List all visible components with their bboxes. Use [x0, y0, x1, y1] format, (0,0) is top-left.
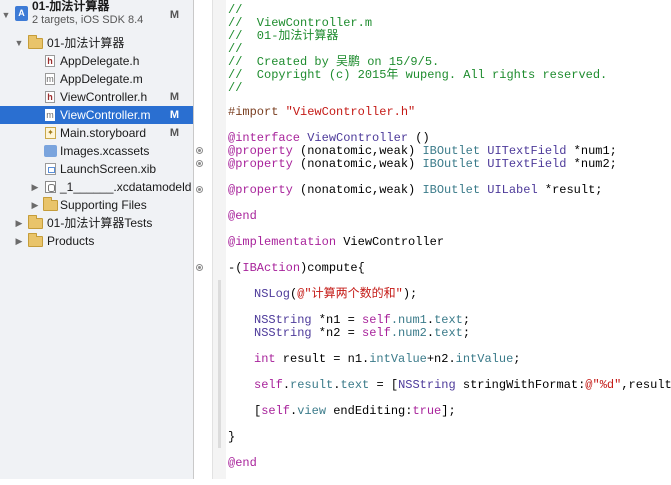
code-line-import: #import "ViewController.h": [228, 105, 416, 119]
file-label: LaunchScreen.xib: [60, 162, 157, 176]
file-row-appdelegate-h[interactable]: h AppDelegate.h: [0, 52, 193, 70]
code-line-property: @property (nonatomic,weak) IBOutlet UILa…: [228, 183, 603, 197]
outlet-connection-icon[interactable]: [196, 160, 203, 167]
disclosure-open-icon[interactable]: ▼: [14, 34, 24, 52]
group-row-main[interactable]: ▼ 01-加法计算器: [0, 34, 193, 52]
file-label: Main.storyboard: [60, 126, 147, 140]
code-line-n2: NSString *n2 = self.num2.text;: [254, 326, 471, 340]
file-row-images-xcassets[interactable]: Images.xcassets: [0, 142, 193, 160]
project-navigator: ▼ A 01-加法计算器 2 targets, iOS SDK 8.4 M ▼ …: [0, 0, 194, 479]
file-row-main-storyboard[interactable]: ✦ Main.storyboard M: [0, 124, 193, 142]
folder-icon: [43, 197, 58, 211]
code-line: // 01-加法计算器: [228, 29, 339, 43]
data-model-icon: [45, 181, 56, 193]
folder-icon: [28, 35, 43, 49]
code-line-implementation: @implementation ViewController: [228, 235, 445, 249]
code-line-end-editing: [self.view endEditing:true];: [254, 404, 456, 418]
xib-file-icon: [45, 163, 56, 175]
outlet-connection-icon[interactable]: [196, 186, 203, 193]
file-row-appdelegate-m[interactable]: m AppDelegate.m: [0, 70, 193, 88]
file-label: ViewController.h: [60, 90, 148, 104]
group-row-supporting-files[interactable]: ▶ Supporting Files: [0, 196, 193, 214]
file-row-viewcontroller-h[interactable]: h ViewController.h M: [0, 88, 193, 106]
file-label: Images.xcassets: [60, 144, 150, 158]
group-row-products[interactable]: ▶ Products: [0, 232, 193, 250]
project-subtitle: 2 targets, iOS SDK 8.4: [32, 14, 144, 26]
disclosure-closed-icon[interactable]: ▶: [30, 196, 40, 214]
outlet-connection-icon[interactable]: [196, 147, 203, 154]
header-file-icon: h: [45, 91, 55, 103]
status-badge: M: [169, 109, 179, 121]
file-label: _1______.xcdatamodeld: [60, 180, 192, 194]
source-editor[interactable]: // // ViewController.m // 01-加法计算器 // //…: [228, 4, 671, 485]
code-line-property: @property (nonatomic,weak) IBOutlet UITe…: [228, 157, 617, 171]
file-row-launchscreen-xib[interactable]: LaunchScreen.xib: [0, 160, 193, 178]
editor-gutter: [194, 0, 212, 479]
code-line-int: int result = n1.intValue+n2.intValue;: [254, 352, 521, 366]
status-badge: M: [169, 127, 179, 139]
implementation-file-icon: m: [45, 109, 55, 121]
header-file-icon: h: [45, 55, 55, 67]
group-label: 01-加法计算器: [47, 36, 125, 50]
file-row-viewcontroller-m[interactable]: m ViewController.m M: [0, 106, 193, 124]
code-line-end: @end: [228, 209, 257, 223]
folder-icon: [28, 233, 43, 247]
asset-catalog-icon: [44, 145, 57, 157]
status-badge: M: [169, 9, 179, 21]
disclosure-closed-icon[interactable]: ▶: [14, 214, 24, 232]
code-line-method: -(IBAction)compute{: [228, 261, 365, 275]
status-badge: M: [169, 91, 179, 103]
file-label: AppDelegate.m: [60, 72, 143, 86]
action-connection-icon[interactable]: [196, 264, 203, 271]
disclosure-closed-icon[interactable]: ▶: [30, 178, 40, 196]
disclosure-open-icon[interactable]: ▼: [1, 6, 11, 24]
project-root-row[interactable]: ▼ A 01-加法计算器 2 targets, iOS SDK 8.4 M: [0, 0, 193, 30]
file-label: ViewController.m: [60, 108, 151, 122]
project-icon: A: [15, 6, 28, 21]
scope-highlight: [218, 280, 221, 448]
group-label: Products: [47, 234, 95, 248]
code-line: // Copyright (c) 2015年 wupeng. All right…: [228, 68, 608, 82]
group-label: Supporting Files: [60, 198, 147, 212]
folder-icon: [28, 215, 43, 229]
code-line-close-brace: }: [228, 430, 236, 444]
group-label: 01-加法计算器Tests: [47, 216, 153, 230]
code-line: //: [228, 81, 243, 95]
code-line-set-text: self.result.text = [NSString stringWithF…: [254, 378, 671, 392]
storyboard-icon: ✦: [45, 127, 56, 139]
file-row-xcdatamodeld[interactable]: ▶ _1______.xcdatamodeld: [0, 178, 193, 196]
file-label: AppDelegate.h: [60, 54, 140, 68]
group-row-tests[interactable]: ▶ 01-加法计算器Tests: [0, 214, 193, 232]
code-line-end: @end: [228, 456, 257, 470]
implementation-file-icon: m: [45, 73, 55, 85]
disclosure-closed-icon[interactable]: ▶: [14, 232, 24, 250]
code-line-nslog: NSLog(@"计算两个数的和");: [254, 287, 418, 301]
